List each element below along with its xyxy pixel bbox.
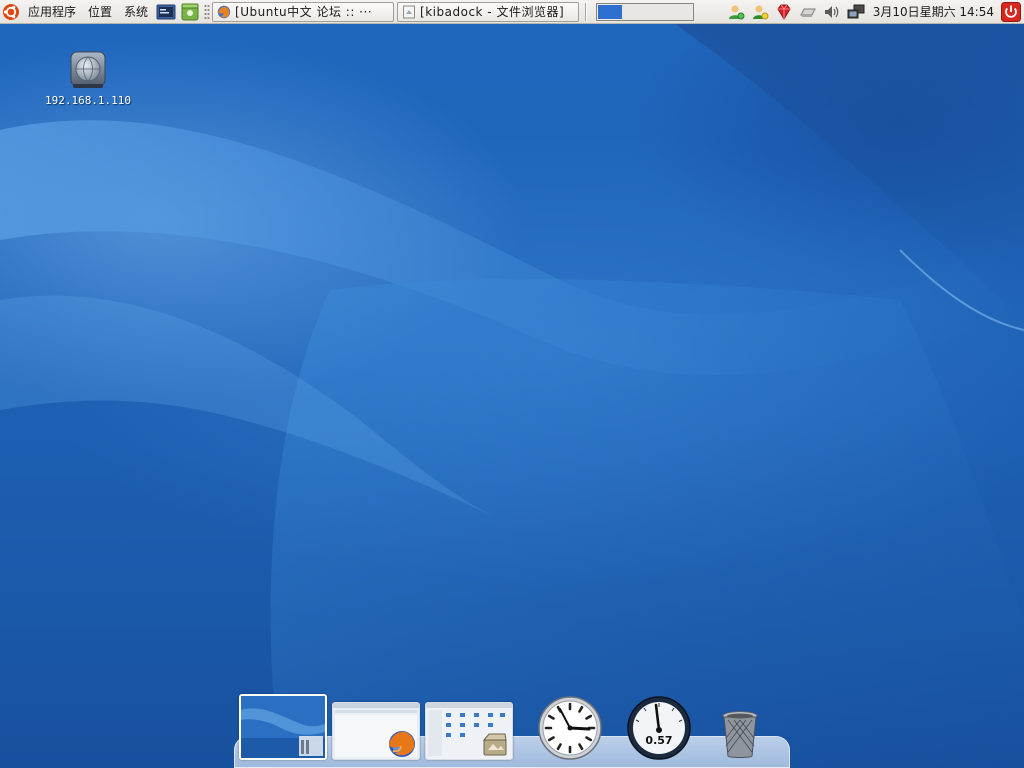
package-launcher-icon[interactable] xyxy=(180,2,200,22)
dock-item-file-browser-window[interactable] xyxy=(425,702,513,760)
dock-item-cpu-gauge[interactable]: 0.57 xyxy=(627,696,691,760)
system-menu-label: 系统 xyxy=(124,5,149,19)
task-button-firefox[interactable]: [Ubuntu中文 论坛 :: ··· xyxy=(212,1,395,22)
applications-menu[interactable]: 应用程序 xyxy=(22,0,82,24)
task-label: [Ubuntu中文 论坛 :: ··· xyxy=(235,5,373,19)
desktop-icon-network-share[interactable]: 192.168.1.110 xyxy=(40,50,136,107)
panel-clock[interactable]: 3月10日星期六 14:54 xyxy=(868,3,999,20)
top-panel: 应用程序 位置 系统 [Ubuntu中文 论坛 :: ··· [kibadock… xyxy=(0,0,1024,24)
analog-clock-icon[interactable] xyxy=(538,696,602,760)
clock-label: 3月10日星期六 14:54 xyxy=(872,5,994,19)
ruby-gem-icon[interactable] xyxy=(774,2,794,22)
msn-status-icon[interactable] xyxy=(750,2,770,22)
network-monitor[interactable] xyxy=(596,2,695,21)
desktop-icon-label: 192.168.1.110 xyxy=(44,94,132,107)
gauge-value: 0.57 xyxy=(645,734,673,747)
pidgin-available-icon[interactable] xyxy=(726,2,746,22)
desktop-wallpaper xyxy=(0,0,1024,768)
desktop-preview-icon xyxy=(241,696,325,758)
firefox-icon xyxy=(389,731,415,757)
network-share-icon xyxy=(70,51,106,88)
places-menu[interactable]: 位置 xyxy=(82,0,118,24)
dock-item-firefox-window[interactable] xyxy=(332,702,420,760)
gauge-icon xyxy=(627,696,691,760)
task-button-file-browser[interactable]: [kibadock - 文件浏览器] xyxy=(397,1,580,22)
network-monitor-fill xyxy=(598,4,623,19)
volume-icon[interactable] xyxy=(822,2,842,22)
keyboard-tray-icon[interactable] xyxy=(798,2,818,22)
trash-icon[interactable] xyxy=(720,710,760,760)
task-label: [kibadock - 文件浏览器] xyxy=(420,5,565,19)
power-icon[interactable] xyxy=(1001,1,1021,22)
panel-handle[interactable] xyxy=(204,3,211,20)
network-connection-icon[interactable] xyxy=(846,2,866,22)
system-menu[interactable]: 系统 xyxy=(118,0,154,24)
firefox-icon xyxy=(217,5,231,18)
file-manager-icon xyxy=(482,733,507,756)
terminal-launcher-icon[interactable] xyxy=(156,2,176,22)
panel-separator xyxy=(585,2,588,21)
dock-item-desktop[interactable] xyxy=(239,694,327,760)
places-menu-label: 位置 xyxy=(88,5,113,19)
applications-menu-label: 应用程序 xyxy=(28,5,77,19)
ubuntu-logo-icon[interactable] xyxy=(2,3,20,21)
file-browser-icon xyxy=(403,5,416,18)
